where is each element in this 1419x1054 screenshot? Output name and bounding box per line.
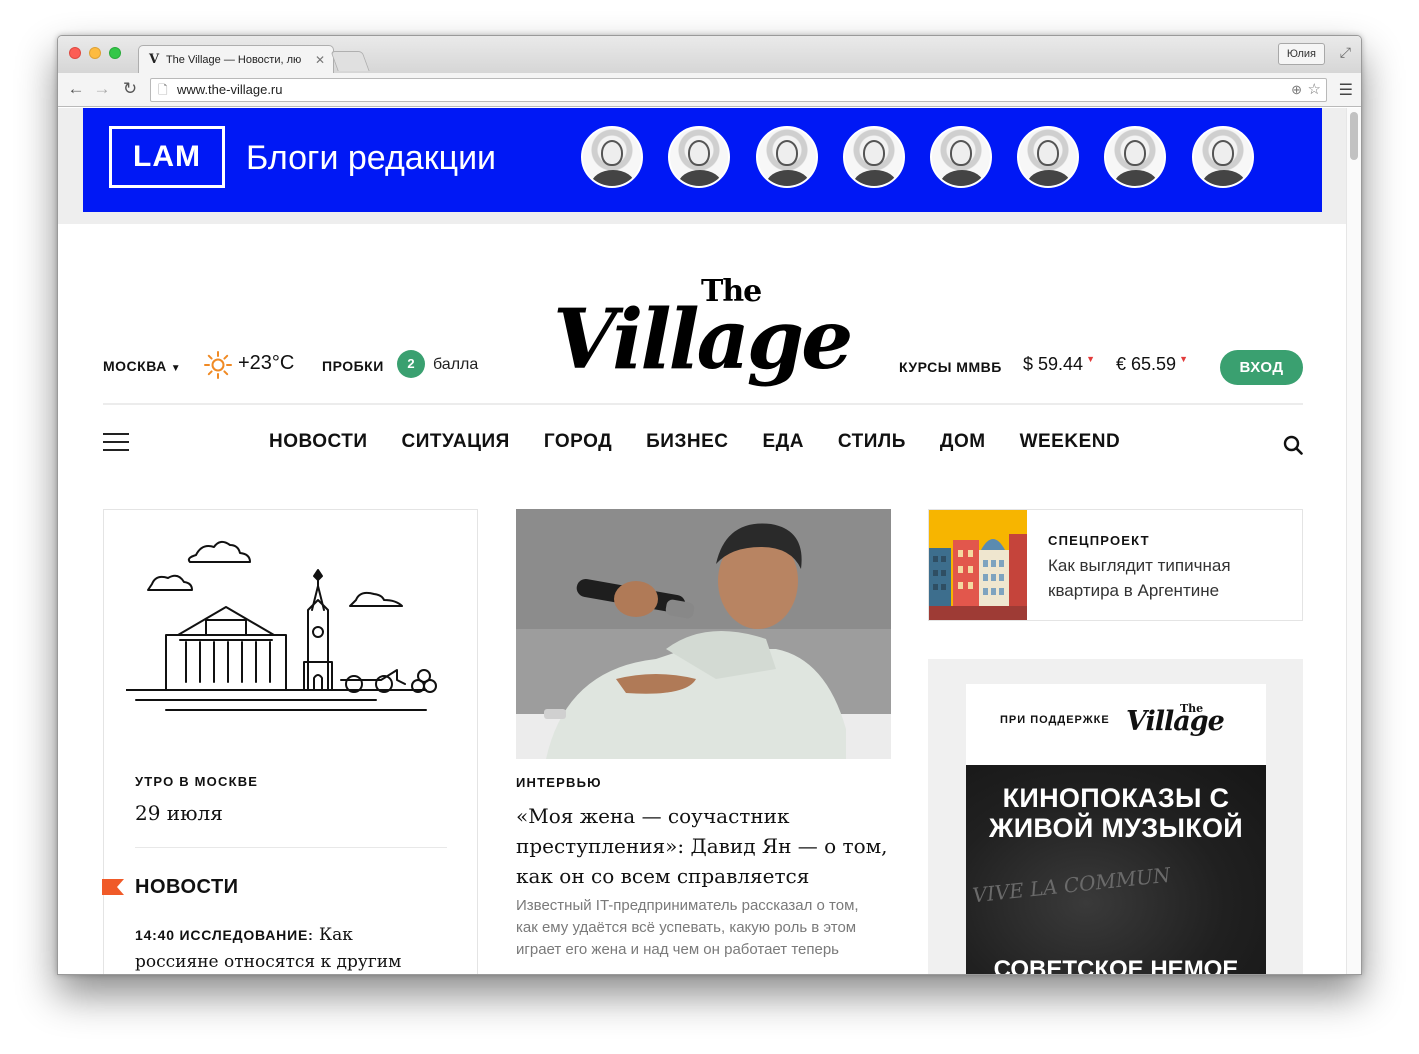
divider [135,847,447,848]
nav-item-situation[interactable]: СИТУАЦИЯ [402,431,510,453]
browser-menu-icon[interactable]: ☰ [1339,80,1353,100]
nav-item-food[interactable]: ЕДА [762,431,803,453]
feature-kicker[interactable]: ИНТЕРВЬЮ [516,775,602,790]
special-thumbnail-graphic [929,510,1027,620]
ad-title: КИНОПОКАЗЫ С ЖИВОЙ МУЗЫКОЙ [989,783,1243,843]
avatar[interactable] [1104,126,1166,188]
search-icon[interactable] [1283,435,1303,455]
rate-down-icon: ▼ [1179,354,1188,364]
title-bar: V The Village — Новости, лю ✕ Юлия ⤢ [58,36,1361,73]
browser-tab[interactable]: V The Village — Новости, лю ✕ [138,45,334,73]
news-time: 14:40 ИССЛЕДОВАНИЕ: [135,927,314,943]
main-nav: НОВОСТИ СИТУАЦИЯ ГОРОД БИЗНЕС ЕДА СТИЛЬ … [269,431,1120,453]
morning-date[interactable]: 29 июля [135,801,223,825]
ad-graffiti-text: VIVE LA COMMUN [971,862,1172,908]
fullscreen-icon[interactable]: ⤢ [1340,44,1351,61]
lam-logo: LAM [109,126,225,188]
rate-down-icon: ▼ [1086,354,1095,364]
browser-window: V The Village — Новости, лю ✕ Юлия ⤢ ← →… [57,35,1362,975]
special-title: Как выглядит типичная квартира в Аргенти… [1048,556,1231,600]
city-label: МОСКВА [103,358,167,374]
avatar[interactable] [930,126,992,188]
usd-value: $ 59.44 [1023,354,1084,374]
special-kicker: СПЕЦПРОЕКТ [1048,533,1150,548]
sun-icon [204,351,232,379]
nav-item-business[interactable]: БИЗНЕС [646,431,728,453]
feature-photo-graphic [516,509,891,759]
hamburger-menu-icon[interactable] [103,433,129,451]
bookmark-star-icon[interactable]: ☆ [1308,79,1321,101]
moscow-skyline-illustration[interactable] [126,540,446,730]
zoom-icon[interactable]: ⊕ [1291,79,1302,101]
news-list-item[interactable]: 14:40 ИССЛЕДОВАНИЕ: Как россияне относят… [135,922,435,974]
avatar[interactable] [1017,126,1079,188]
header-divider [103,403,1303,405]
rates-label: КУРСЫ ММВБ [899,359,1002,375]
blogs-banner[interactable]: LAM Блоги редакции [83,108,1322,212]
close-window-button[interactable] [69,47,81,59]
reload-icon[interactable]: ↻ [120,79,140,99]
avatar[interactable] [843,126,905,188]
minimize-window-button[interactable] [89,47,101,59]
scrollbar-thumb[interactable] [1350,112,1358,160]
ad-subtitle: СОВЕТСКОЕ НЕМОЕ КИНО [993,956,1239,975]
morning-kicker[interactable]: УТРО В МОСКВЕ [135,774,258,789]
scrollbar[interactable] [1346,108,1361,974]
avatar[interactable] [668,126,730,188]
flag-icon [102,879,124,895]
site-header: The Village МОСКВА ▼ +23°C ПРОБКИ 2 балла… [103,224,1303,489]
tab-title: The Village — Новости, лю [165,54,302,66]
new-tab-button[interactable] [330,51,370,71]
browser-toolbar: ← → ↻ 🗋 www.the-village.ru ⊕ ☆ ☰ [58,73,1361,107]
address-url: www.the-village.ru [177,82,283,97]
city-selector[interactable]: МОСКВА ▼ [103,358,181,374]
nav-item-city[interactable]: ГОРОД [544,431,612,453]
site-favicon-icon: V [149,52,160,67]
ad-logo-the: The [1180,702,1204,715]
feature-lead[interactable]: Известный IT-предприниматель рассказал о… [516,895,876,961]
avatar[interactable] [581,126,643,188]
banner-title: Блоги редакции [246,139,497,177]
nav-item-news[interactable]: НОВОСТИ [269,431,368,453]
login-button[interactable]: ВХОД [1220,350,1303,385]
avatar[interactable] [756,126,818,188]
traffic-label: ПРОБКИ [322,358,384,374]
eur-value: € 65.59 [1116,354,1177,374]
avatar[interactable] [1192,126,1254,188]
ad-support-label: ПРИ ПОДДЕРЖКЕ [1000,714,1110,726]
page-viewport: LAM Блоги редакции The Village МОСКВА▼ [58,108,1348,975]
back-arrow-icon[interactable]: ← [66,79,86,99]
nav-item-style[interactable]: СТИЛЬ [838,431,906,453]
profile-button[interactable]: Юлия [1277,43,1325,65]
site-logo[interactable]: The Village [553,274,857,392]
tab-close-icon[interactable]: ✕ [315,46,325,73]
forward-arrow-icon[interactable]: → [92,79,112,99]
morning-card: УТРО В МОСКВЕ 29 июля НОВОСТИ 14:40 ИССЛ… [102,509,478,974]
banner-area: LAM Блоги редакции [58,108,1348,224]
logo-village: Village [553,292,853,388]
temperature: +23°C [238,352,295,374]
traffic-units: балла [433,356,479,373]
page-icon: 🗋 [158,83,168,97]
ad-banner[interactable]: ПРИ ПОДДЕРЖКЕ Village The КИНОПОКАЗЫ С Ж… [966,684,1266,975]
nav-item-weekend[interactable]: WEEKEND [1020,431,1121,453]
feature-title[interactable]: «Моя жена — соучастник преступления»: Да… [516,801,896,891]
traffic-level-badge: 2 [397,350,425,378]
news-heading[interactable]: НОВОСТИ [135,876,239,899]
ad-block: ПРИ ПОДДЕРЖКЕ Village The КИНОПОКАЗЫ С Ж… [928,659,1303,975]
usd-rate: $ 59.44 ▼ [1023,354,1095,375]
feature-photo[interactable] [516,509,891,759]
caret-down-icon: ▼ [170,363,182,374]
nav-item-home[interactable]: ДОМ [940,431,986,453]
address-bar[interactable]: 🗋 www.the-village.ru ⊕ ☆ [150,78,1327,102]
ad-logo: Village [1126,706,1225,737]
maximize-window-button[interactable] [109,47,121,59]
special-thumbnail [929,510,1027,620]
ad-image: КИНОПОКАЗЫ С ЖИВОЙ МУЗЫКОЙ VIVE LA COMMU… [966,765,1266,975]
eur-rate: € 65.59 ▼ [1116,354,1188,375]
special-project-card[interactable]: СПЕЦПРОЕКТ Как выглядит типичная квартир… [928,509,1303,621]
